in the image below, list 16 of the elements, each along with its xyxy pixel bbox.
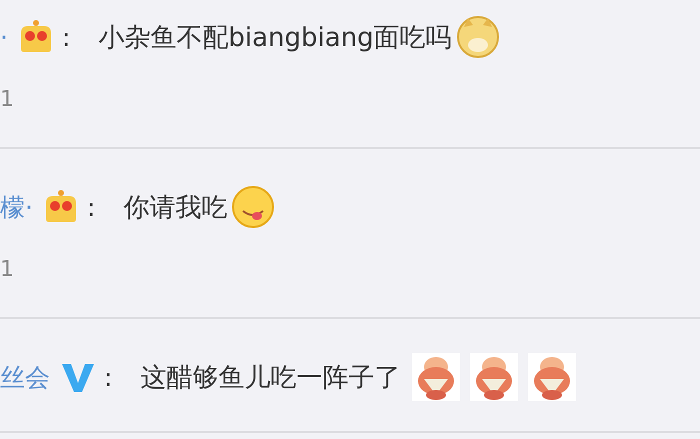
colon: : <box>86 192 96 222</box>
sticker-icon <box>470 353 518 401</box>
comment-text: 小杂鱼不配biangbiang面吃吗 <box>98 22 452 54</box>
reply-count: 1 <box>0 256 15 284</box>
colon: : <box>104 362 112 392</box>
user-name[interactable]: 丝会 <box>0 360 50 394</box>
reply-count: 1 <box>0 86 15 114</box>
colon: : <box>62 22 70 52</box>
sticker-icon <box>412 353 460 401</box>
comment-text: 你请我吃 <box>123 192 228 224</box>
sticker-icon <box>528 353 576 401</box>
comment-text: 这醋够鱼儿吃一阵子了 <box>140 362 400 394</box>
user-name[interactable]: · <box>0 22 8 52</box>
dog-emoji-icon <box>456 15 500 59</box>
smiley-emoji-icon <box>231 185 276 229</box>
user-name[interactable]: 檬· <box>0 190 33 224</box>
